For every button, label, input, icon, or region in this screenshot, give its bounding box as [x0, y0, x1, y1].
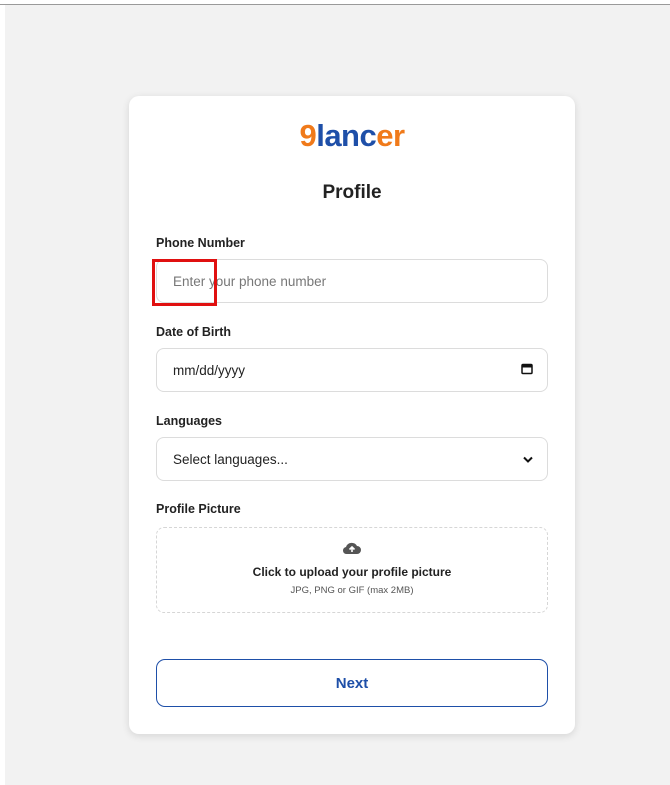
picture-upload-dropzone[interactable]: Click to upload your profile picture JPG…	[156, 527, 548, 613]
dob-value: mm/dd/yyyy	[173, 362, 246, 378]
logo-er: er	[376, 118, 405, 153]
cloud-upload-icon	[342, 541, 362, 560]
phone-label: Phone Number	[156, 236, 245, 250]
calendar-icon[interactable]	[521, 363, 533, 378]
picture-label: Profile Picture	[156, 502, 241, 516]
next-button[interactable]: Next	[156, 659, 548, 707]
browser-left-edge	[0, 5, 5, 785]
chevron-down-icon	[523, 452, 533, 467]
page-title: Profile	[322, 182, 382, 203]
highlight-box	[152, 259, 217, 306]
dob-label: Date of Birth	[156, 325, 231, 339]
upload-cta: Click to upload your profile picture	[252, 565, 452, 579]
logo-lanc: lanc	[316, 118, 377, 153]
languages-label: Languages	[156, 414, 222, 428]
languages-select[interactable]: Select languages...	[156, 437, 548, 481]
upload-hint: JPG, PNG or GIF (max 2MB)	[290, 585, 414, 596]
browser-top-edge	[0, 0, 670, 5]
languages-value: Select languages...	[173, 451, 288, 467]
profile-card: 9lancer Profile Phone Number Enter your …	[129, 96, 575, 734]
brand-logo: 9lancer	[129, 118, 575, 154]
dob-input[interactable]: mm/dd/yyyy	[156, 348, 548, 392]
logo-nine: 9	[299, 118, 317, 153]
